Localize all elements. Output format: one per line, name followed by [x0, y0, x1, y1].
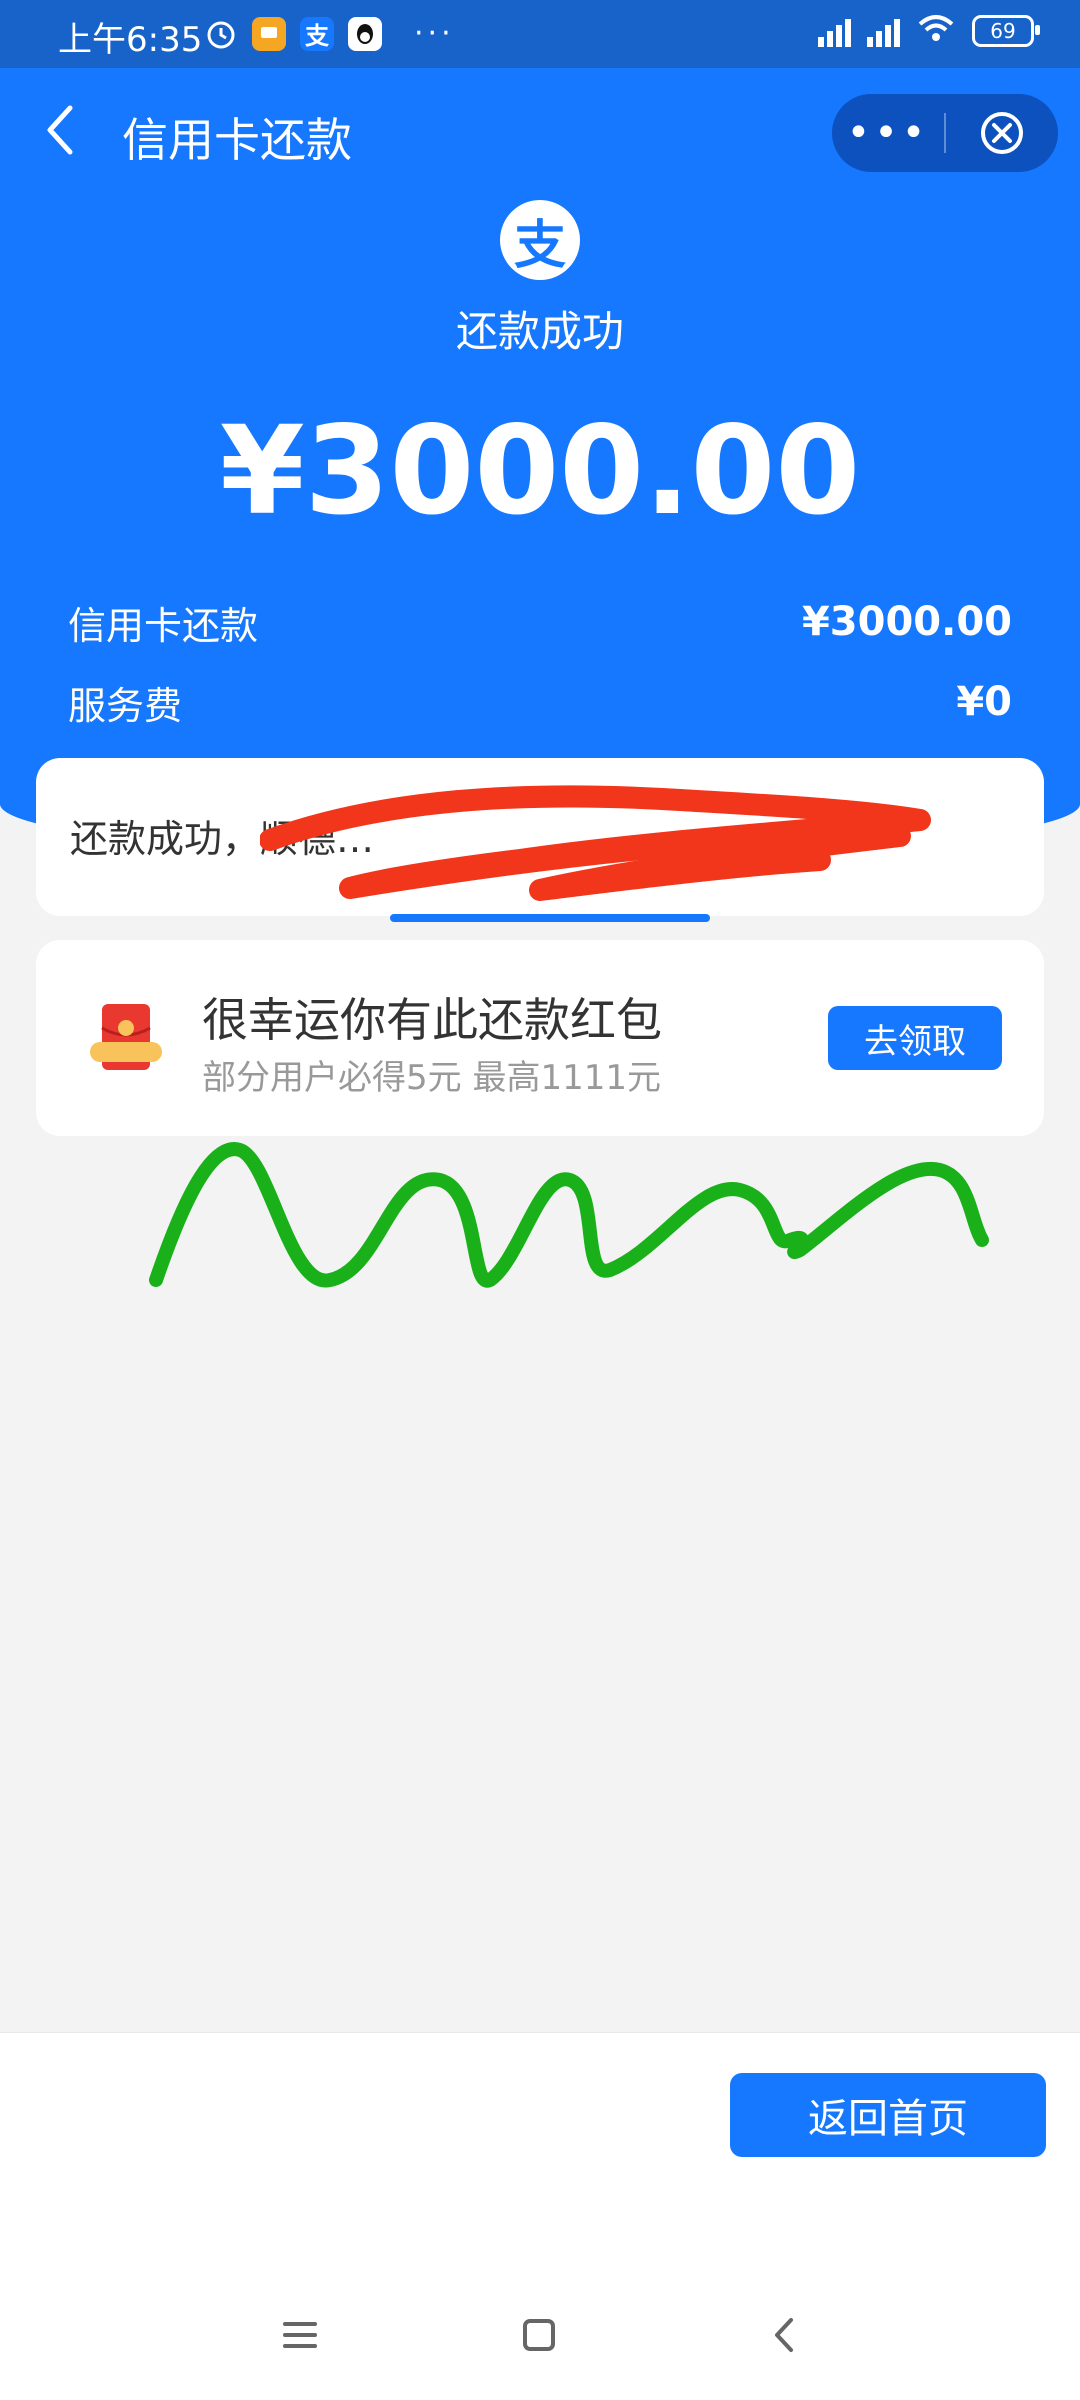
close-icon[interactable]	[946, 94, 1058, 172]
detail-row-repayment: 信用卡还款 ¥3000.00	[68, 592, 1012, 652]
claim-button[interactable]: 去领取	[828, 1006, 1002, 1070]
system-status-icons: 69	[818, 12, 1040, 50]
status-bar: 上午6:35 支 ··· 69	[0, 0, 1080, 68]
handwritten-scribble	[149, 1142, 989, 1288]
alarm-icon	[204, 17, 238, 51]
decorative-divider	[390, 914, 710, 922]
system-nav-bar	[0, 2272, 1080, 2400]
back-icon[interactable]	[40, 100, 84, 160]
alipay-app-icon: 支	[300, 16, 334, 51]
promo-title: 很幸运你有此还款红包	[202, 993, 662, 1047]
nav-bar: 信用卡还款 •••	[0, 68, 1080, 198]
red-packet-icon	[84, 998, 168, 1082]
bottom-action-bar: 返回首页	[0, 2032, 1080, 2273]
detail-label: 服务费	[68, 683, 183, 728]
detail-row-fee: 服务费 ¥0	[68, 672, 1012, 732]
more-notifications-icon: ···	[414, 16, 455, 51]
signal-icon	[818, 15, 851, 47]
red-packet-promo-card[interactable]: 很幸运你有此还款红包 部分用户必得5元 最高1111元 去领取	[36, 940, 1044, 1136]
detail-value: ¥0	[956, 679, 1012, 725]
payment-amount: ¥3000.00	[219, 400, 861, 542]
back-nav-icon[interactable]	[760, 2310, 810, 2360]
home-icon[interactable]	[514, 2310, 564, 2360]
qq-app-icon	[348, 16, 382, 51]
wifi-icon	[916, 12, 956, 50]
mini-program-capsule: •••	[832, 94, 1058, 172]
menu-icon[interactable]	[275, 2310, 325, 2360]
notification-icons: 支 ···	[204, 16, 455, 51]
redaction-scribble	[260, 785, 931, 901]
status-time: 上午6:35	[58, 20, 203, 60]
promo-subtitle: 部分用户必得5元 最高1111元	[202, 1058, 661, 1098]
page-title: 信用卡还款	[122, 113, 352, 167]
more-icon[interactable]: •••	[832, 94, 944, 172]
battery-icon: 69	[972, 15, 1040, 47]
detail-label: 信用卡还款	[68, 603, 259, 648]
return-home-button[interactable]: 返回首页	[730, 2073, 1046, 2157]
result-title: 还款成功	[455, 307, 624, 356]
detail-value: ¥3000.00	[801, 599, 1012, 645]
signal-icon-2	[867, 15, 900, 47]
message-app-icon	[252, 16, 286, 51]
alipay-logo: 支	[500, 200, 580, 280]
